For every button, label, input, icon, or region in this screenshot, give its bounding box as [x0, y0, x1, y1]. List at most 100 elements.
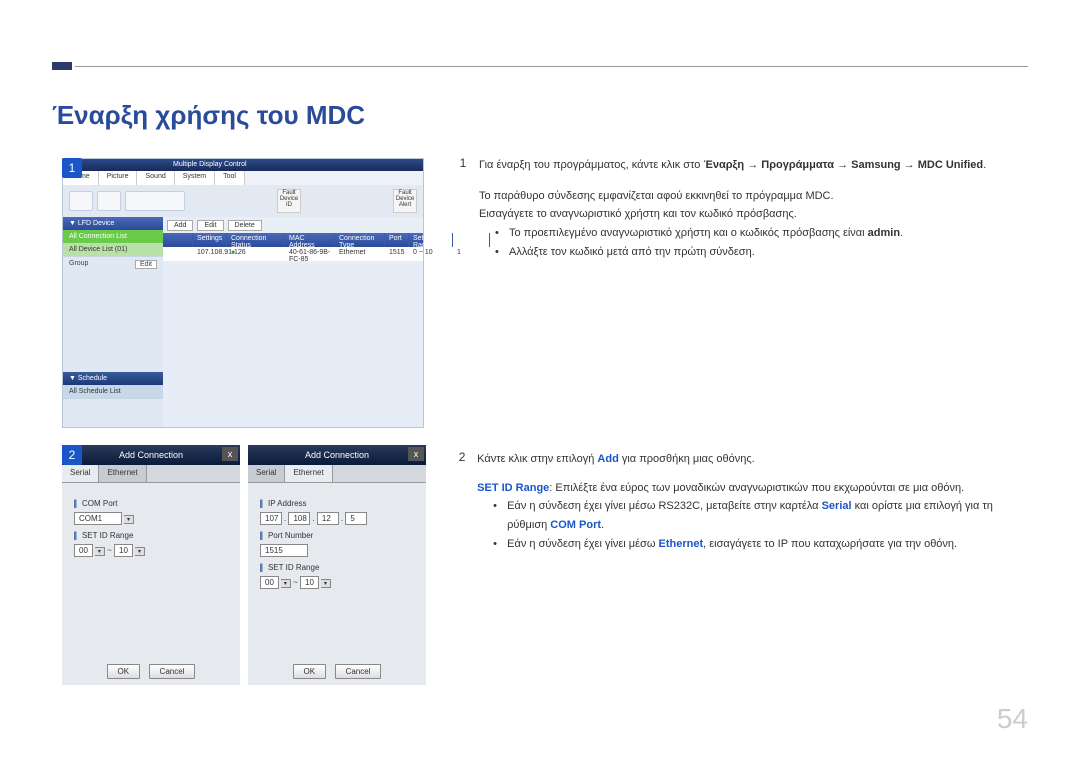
tab-serial[interactable]: Serial	[62, 465, 99, 482]
s2l1b: για προσθήκη μιας οθόνης.	[619, 453, 755, 465]
close-icon[interactable]: x	[408, 447, 424, 461]
window-title: Multiple Display Control	[173, 161, 247, 168]
dialog-footer: OK Cancel	[248, 661, 426, 679]
tool-btn-1[interactable]	[69, 191, 93, 211]
add-connection-ethernet-dialog: Add Connection x Serial Ethernet IP Addre…	[248, 445, 426, 685]
table-header: Settings Connection Status MAC Address C…	[163, 233, 423, 247]
sidebar-group-row: Group Edit	[63, 257, 163, 272]
s2-setid-lbl: SET ID Range	[477, 482, 549, 494]
s2-setid-txt: : Επιλέξτε ένα εύρος των μοναδικών αναγν…	[549, 482, 964, 494]
cell-settings: 107.108.91.126	[193, 247, 227, 261]
s2-serial: Serial	[822, 500, 852, 512]
cell-type: Ethernet	[335, 247, 385, 261]
step1-bullet1: Το προεπιλεγμένο αναγνωριστικό χρήστη κα…	[499, 224, 986, 243]
s2d2b: , εισαγάγετε το IP που καταχωρήσατε για …	[703, 538, 957, 550]
cell-port: 1515	[385, 247, 409, 261]
chevron-down-icon[interactable]: ▾	[321, 579, 331, 588]
setid-label: SET ID Range	[74, 531, 228, 540]
s2-eth: Ethernet	[658, 538, 703, 550]
col-mac: MAC Address	[285, 233, 335, 247]
fault-device-alert-icon[interactable]: Fault Device Alert	[393, 189, 417, 213]
setid-from[interactable]: 00	[260, 576, 279, 589]
chevron-down-icon[interactable]: ▾	[95, 547, 105, 556]
setid-label: SET ID Range	[260, 563, 414, 572]
col-setid: SetID Range	[409, 233, 453, 247]
sidebar-schedule-header[interactable]: ▼ Schedule	[63, 372, 163, 385]
step-1-text: 1 Για έναρξη του προγράμματος, κάντε κλι…	[455, 156, 1022, 261]
step2-line1: Κάντε κλικ στην επιλογή Add για προσθήκη…	[477, 450, 1022, 469]
chevron-down-icon[interactable]: ▾	[124, 515, 134, 524]
setid-from[interactable]: 00	[74, 544, 93, 557]
fault-id-label: Fault Device ID	[280, 190, 298, 208]
sidebar-lfd-header[interactable]: ▼ LFD Device	[63, 217, 163, 230]
dialog-tabs: Serial Ethernet	[62, 465, 240, 483]
sidebar-all-conn[interactable]: All Connection List	[63, 230, 163, 243]
tool-btn-3[interactable]	[125, 191, 185, 211]
col-connstatus: Connection Status	[227, 233, 285, 247]
com-port-select[interactable]: COM1	[74, 512, 122, 525]
menu-picture[interactable]: Picture	[99, 171, 138, 185]
tab-ethernet[interactable]: Ethernet	[99, 465, 146, 482]
menu-tool[interactable]: Tool	[215, 171, 245, 185]
s1b1a: Το προεπιλεγμένο αναγνωριστικό χρήστη κα…	[509, 227, 868, 239]
page-number: 54	[997, 703, 1028, 735]
ok-button[interactable]: OK	[293, 664, 327, 679]
window-titlebar: Multiple Display Control	[63, 159, 423, 171]
dialog-title: Add Connection	[305, 450, 369, 460]
sidebar-edit-btn[interactable]: Edit	[135, 260, 157, 269]
chevron-down-icon[interactable]: ▾	[281, 579, 291, 588]
dialog-body: COM Port COM1▾ SET ID Range 00▾ ~ 10▾	[62, 483, 240, 567]
fault-alert-label: Fault Device Alert	[396, 190, 414, 208]
dialog-header: Add Connection x	[248, 445, 426, 465]
menu-sound[interactable]: Sound	[137, 171, 174, 185]
s2-comport: COM Port	[550, 519, 601, 531]
s1-path: Έναρξη → Προγράμματα → Samsung → MDC Uni…	[703, 159, 983, 171]
tab-ethernet[interactable]: Ethernet	[285, 465, 332, 482]
step2-dash1: Εάν η σύνδεση έχει γίνει μέσω RS232C, με…	[497, 497, 1022, 534]
s2-add: Add	[597, 453, 618, 465]
close-icon[interactable]: x	[222, 447, 238, 461]
ip-4[interactable]: 5	[345, 512, 367, 525]
step1-line1: Για έναρξη του προγράμματος, κάντε κλικ …	[479, 156, 986, 175]
step1-line2: Το παράθυρο σύνδεσης εμφανίζεται αφού εκ…	[479, 187, 986, 206]
setid-to[interactable]: 10	[300, 576, 319, 589]
ok-button[interactable]: OK	[107, 664, 141, 679]
com-port-label: COM Port	[74, 499, 228, 508]
toolbar: Fault Device ID Fault Device Alert	[63, 185, 423, 217]
dialog-footer: OK Cancel	[62, 661, 240, 679]
fault-device-id-icon[interactable]: Fault Device ID	[277, 189, 301, 213]
step-2-number: 2	[455, 450, 469, 464]
col-0	[163, 233, 193, 247]
tab-serial[interactable]: Serial	[248, 465, 285, 482]
step-1-number: 1	[455, 156, 471, 170]
cell-0	[163, 247, 193, 261]
s1-admin: admin	[868, 227, 900, 239]
edit-button[interactable]: Edit	[197, 220, 223, 231]
port-input[interactable]: 1515	[260, 544, 308, 557]
ip-2[interactable]: 108	[288, 512, 310, 525]
s2d2a: Εάν η σύνδεση έχει γίνει μέσω	[507, 538, 658, 550]
step1-bullet2: Αλλάξτε τον κωδικό μετά από την πρώτη σύ…	[499, 243, 986, 262]
sidebar: ▼ LFD Device All Connection List All Dev…	[63, 217, 163, 427]
tool-btn-2[interactable]	[97, 191, 121, 211]
s2d1a: Εάν η σύνδεση έχει γίνει μέσω RS232C, με…	[507, 500, 821, 512]
delete-button[interactable]: Delete	[228, 220, 262, 231]
menu-system[interactable]: System	[175, 171, 215, 185]
ip-3[interactable]: 12	[317, 512, 339, 525]
s2l1a: Κάντε κλικ στην επιλογή	[477, 453, 597, 465]
main-panel: Add Edit Delete Settings Connection Stat…	[163, 217, 423, 427]
cell-setid: 0 ~ 10	[409, 247, 453, 261]
col-port: Port	[385, 233, 409, 247]
table-row[interactable]: 107.108.91.126 ● 40-61-86-9B-FC-85 Ether…	[163, 247, 423, 261]
sidebar-all-dev[interactable]: All Device List (01)	[63, 243, 163, 257]
cancel-button[interactable]: Cancel	[149, 664, 196, 679]
s1l1a: Για έναρξη του προγράμματος, κάντε κλικ …	[479, 159, 703, 171]
cancel-button[interactable]: Cancel	[335, 664, 382, 679]
step1-line3: Εισαγάγετε το αναγνωριστικό χρήστη και τ…	[479, 205, 986, 224]
chevron-down-icon[interactable]: ▾	[135, 547, 145, 556]
dialog-body: IP Address 107. 108. 12. 5 Port Number 1…	[248, 483, 426, 599]
ip-1[interactable]: 107	[260, 512, 282, 525]
add-button[interactable]: Add	[167, 220, 193, 231]
sidebar-all-schedule[interactable]: All Schedule List	[63, 385, 163, 399]
setid-to[interactable]: 10	[114, 544, 133, 557]
